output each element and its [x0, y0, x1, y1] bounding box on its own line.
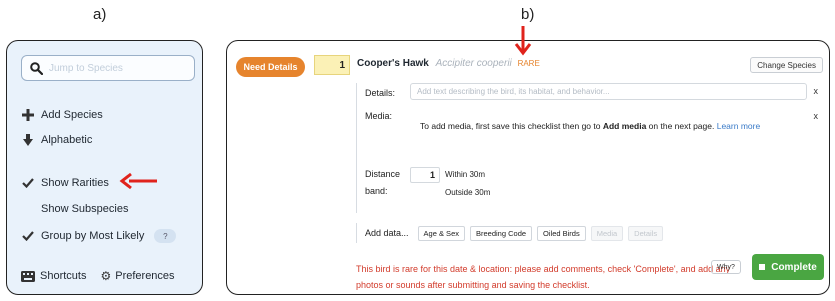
red-arrow-left — [119, 172, 157, 190]
add-species-option[interactable]: Add Species — [21, 109, 103, 121]
show-rarities-label: Show Rarities — [41, 177, 109, 189]
media-instructions: To add media, first save this checklist … — [420, 121, 760, 131]
check-icon — [21, 231, 35, 241]
show-subspecies-option[interactable]: Show Subspecies — [41, 203, 128, 215]
close-media-icon[interactable]: x — [814, 111, 819, 121]
media-button: Media — [590, 225, 624, 241]
need-details-badge: Need Details — [236, 57, 305, 77]
show-subspecies-label: Show Subspecies — [41, 203, 129, 215]
learn-more-link[interactable]: Learn more — [717, 121, 760, 131]
search-input[interactable] — [49, 62, 179, 74]
species-entry-panel: Need Details 1 Cooper's Hawk Accipiter c… — [226, 40, 830, 295]
checkbox-icon — [759, 264, 766, 270]
media-text-post: on the next page. — [646, 121, 717, 131]
keyboard-icon — [21, 270, 35, 282]
species-common-name: Cooper's Hawk — [357, 58, 429, 69]
group-by-most-likely-option[interactable]: Group by Most Likely ? — [21, 229, 177, 243]
species-options-panel: Add Species Alphabetic Show Rarities Sho… — [6, 40, 203, 295]
details-button: Details — [628, 225, 664, 241]
alphabetic-label: Alphabetic — [41, 134, 93, 146]
outside-30m-label: Outside 30m — [445, 188, 491, 197]
search-box[interactable] — [21, 55, 195, 81]
why-button[interactable]: Why? — [711, 260, 741, 274]
check-icon — [21, 178, 35, 188]
complete-label: Complete — [771, 261, 817, 273]
panel-a-label: a) — [93, 6, 107, 23]
alphabetic-option[interactable]: Alphabetic — [21, 134, 92, 146]
media-label: Media: — [365, 111, 393, 121]
search-icon — [30, 61, 43, 75]
add-data-label: Add data... — [365, 228, 409, 238]
red-arrow-down — [514, 26, 532, 56]
rare-warning-text: This bird is rare for this date & locati… — [356, 264, 731, 290]
add-media-text: Add media — [602, 121, 647, 131]
details-field[interactable]: Add text describing the bird, its habita… — [410, 83, 807, 100]
group-by-most-likely-label: Group by Most Likely — [41, 230, 145, 242]
species-name: Cooper's Hawk Accipiter cooperii RARE — [357, 58, 540, 69]
panel-a-footer: Shortcuts ⚙ Preferences — [21, 269, 175, 283]
distance-band-label: Distance band: — [365, 169, 401, 196]
gear-icon: ⚙ — [100, 269, 112, 283]
oiled-birds-button[interactable]: Oiled Birds — [537, 225, 586, 241]
age-sex-button[interactable]: Age & Sex — [417, 225, 465, 241]
help-button[interactable]: ? — [154, 229, 177, 243]
plus-icon — [21, 109, 35, 121]
media-text-pre: To add media, first save this checklist … — [420, 121, 603, 131]
preferences-link[interactable]: Preferences — [115, 270, 174, 282]
distance-count-field[interactable]: 1 — [410, 167, 440, 183]
panel-b-label: b) — [521, 6, 535, 23]
details-label: Details: — [365, 88, 396, 98]
add-data-toolbar: Add data... Age & Sex Breeding Code Oile… — [356, 223, 664, 243]
complete-button[interactable]: Complete — [752, 254, 824, 280]
close-details-icon[interactable]: x — [814, 86, 819, 96]
add-species-label: Add Species — [41, 109, 103, 121]
within-30m-label: Within 30m — [445, 170, 486, 179]
details-section: Details: Add text describing the bird, i… — [356, 83, 824, 213]
rare-tag: RARE — [517, 59, 540, 68]
species-scientific-name: Accipiter cooperii — [435, 58, 512, 69]
show-rarities-option[interactable]: Show Rarities — [21, 177, 109, 189]
count-field[interactable]: 1 — [314, 55, 350, 75]
arrow-down-icon — [21, 134, 35, 146]
shortcuts-link[interactable]: Shortcuts — [40, 270, 86, 282]
breeding-code-button[interactable]: Breeding Code — [470, 225, 533, 241]
change-species-button[interactable]: Change Species — [750, 57, 823, 73]
